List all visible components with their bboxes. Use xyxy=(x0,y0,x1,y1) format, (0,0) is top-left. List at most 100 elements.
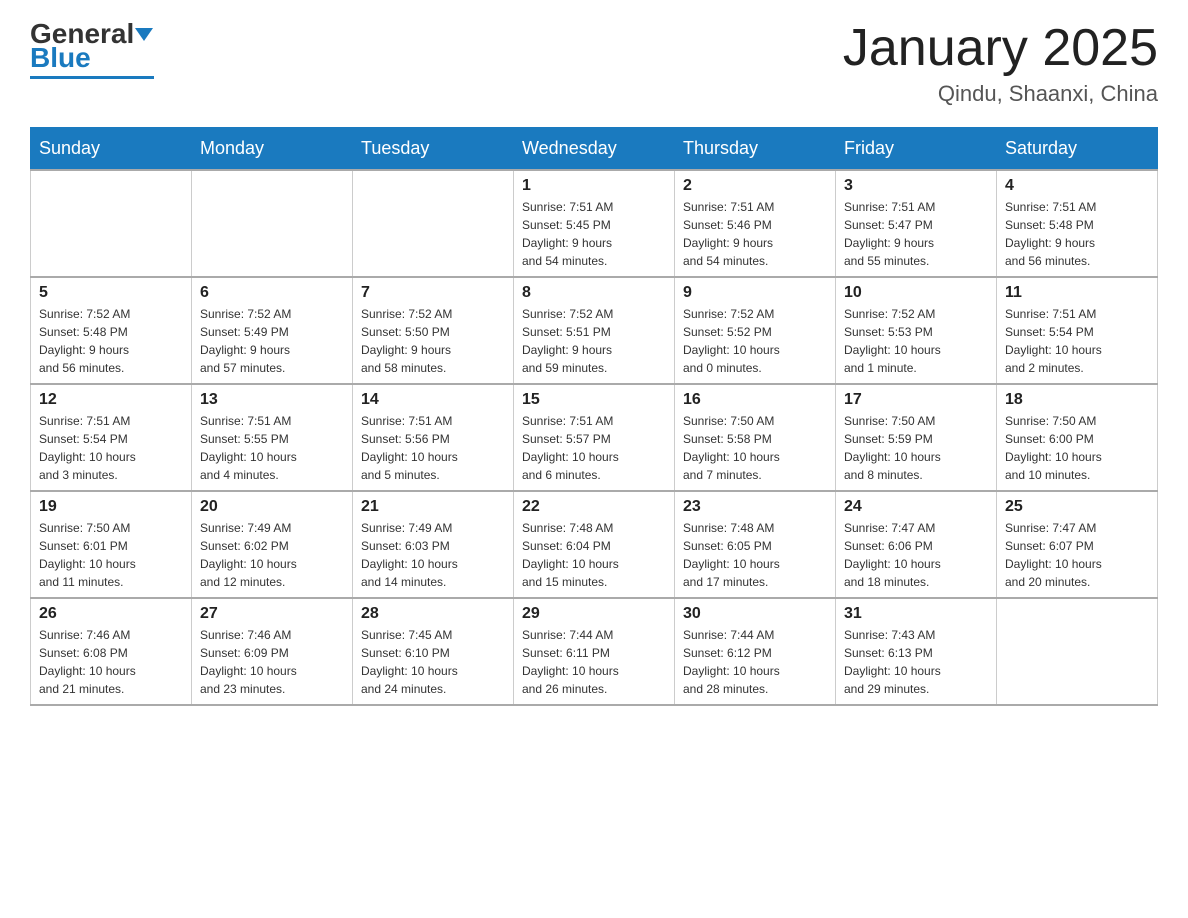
calendar-cell: 7Sunrise: 7:52 AMSunset: 5:50 PMDaylight… xyxy=(353,277,514,384)
day-number: 5 xyxy=(39,284,183,302)
calendar-cell xyxy=(31,170,192,277)
day-info: Sunrise: 7:51 AMSunset: 5:55 PMDaylight:… xyxy=(200,412,344,484)
day-number: 8 xyxy=(522,284,666,302)
day-info: Sunrise: 7:48 AMSunset: 6:05 PMDaylight:… xyxy=(683,519,827,591)
calendar-cell: 14 Sunrise: 7:51 AMSunset: 5:56 PMDayligh… xyxy=(353,384,514,491)
day-number: 21 xyxy=(361,498,505,516)
calendar-cell: 18 Sunrise: 7:50 AMSunset: 6:00 PMDayligh… xyxy=(997,384,1158,491)
day-number: 14 xyxy=(361,391,505,409)
calendar-cell: 20Sunrise: 7:49 AMSunset: 6:02 PMDayligh… xyxy=(192,491,353,598)
page-header: General Blue January 2025 Qindu, Shaanxi… xyxy=(30,20,1158,107)
calendar-cell: 23 Sunrise: 7:48 AMSunset: 6:05 PMDayligh… xyxy=(675,491,836,598)
day-info: Sunrise: 7:47 AMSunset: 6:06 PMDaylight:… xyxy=(844,519,988,591)
calendar-cell: 2Sunrise: 7:51 AMSunset: 5:46 PMDaylight… xyxy=(675,170,836,277)
day-number: 6 xyxy=(200,284,344,302)
day-number: 28 xyxy=(361,605,505,623)
day-number: 16 xyxy=(683,391,827,409)
calendar-table: SundayMondayTuesdayWednesdayThursdayFrid… xyxy=(30,127,1158,706)
calendar-week-2: 5 Sunrise: 7:52 AMSunset: 5:48 PMDaylight… xyxy=(31,277,1158,384)
day-number: 9 xyxy=(683,284,827,302)
day-number: 15 xyxy=(522,391,666,409)
day-info: Sunrise: 7:51 AMSunset: 5:46 PMDaylight:… xyxy=(683,198,827,270)
calendar-cell: 27 Sunrise: 7:46 AMSunset: 6:09 PMDayligh… xyxy=(192,598,353,705)
day-number: 27 xyxy=(200,605,344,623)
day-of-week-thursday: Thursday xyxy=(675,128,836,171)
day-of-week-wednesday: Wednesday xyxy=(514,128,675,171)
logo-blue-text: Blue xyxy=(30,44,91,72)
day-number: 4 xyxy=(1005,177,1149,195)
day-info: Sunrise: 7:45 AMSunset: 6:10 PMDaylight:… xyxy=(361,626,505,698)
calendar-cell xyxy=(192,170,353,277)
calendar-cell xyxy=(353,170,514,277)
day-number: 13 xyxy=(200,391,344,409)
day-number: 18 xyxy=(1005,391,1149,409)
calendar-week-3: 12 Sunrise: 7:51 AMSunset: 5:54 PMDayligh… xyxy=(31,384,1158,491)
calendar-title: January 2025 xyxy=(843,20,1158,77)
calendar-cell: 13 Sunrise: 7:51 AMSunset: 5:55 PMDayligh… xyxy=(192,384,353,491)
calendar-week-5: 26 Sunrise: 7:46 AMSunset: 6:08 PMDayligh… xyxy=(31,598,1158,705)
day-number: 25 xyxy=(1005,498,1149,516)
day-info: Sunrise: 7:52 AMSunset: 5:49 PMDaylight:… xyxy=(200,305,344,377)
day-info: Sunrise: 7:52 AMSunset: 5:53 PMDaylight:… xyxy=(844,305,988,377)
calendar-cell: 24Sunrise: 7:47 AMSunset: 6:06 PMDayligh… xyxy=(836,491,997,598)
day-number: 19 xyxy=(39,498,183,516)
day-info: Sunrise: 7:51 AMSunset: 5:54 PMDaylight:… xyxy=(39,412,183,484)
calendar-cell: 6 Sunrise: 7:52 AMSunset: 5:49 PMDaylight… xyxy=(192,277,353,384)
day-number: 26 xyxy=(39,605,183,623)
day-info: Sunrise: 7:51 AMSunset: 5:56 PMDaylight:… xyxy=(361,412,505,484)
day-number: 23 xyxy=(683,498,827,516)
day-number: 31 xyxy=(844,605,988,623)
calendar-cell: 17Sunrise: 7:50 AMSunset: 5:59 PMDayligh… xyxy=(836,384,997,491)
calendar-cell: 10Sunrise: 7:52 AMSunset: 5:53 PMDayligh… xyxy=(836,277,997,384)
day-info: Sunrise: 7:51 AMSunset: 5:45 PMDaylight:… xyxy=(522,198,666,270)
day-info: Sunrise: 7:44 AMSunset: 6:11 PMDaylight:… xyxy=(522,626,666,698)
day-info: Sunrise: 7:52 AMSunset: 5:48 PMDaylight:… xyxy=(39,305,183,377)
calendar-week-1: 1Sunrise: 7:51 AMSunset: 5:45 PMDaylight… xyxy=(31,170,1158,277)
day-number: 30 xyxy=(683,605,827,623)
calendar-cell: 11 Sunrise: 7:51 AMSunset: 5:54 PMDayligh… xyxy=(997,277,1158,384)
calendar-cell: 9Sunrise: 7:52 AMSunset: 5:52 PMDaylight… xyxy=(675,277,836,384)
calendar-cell: 31 Sunrise: 7:43 AMSunset: 6:13 PMDayligh… xyxy=(836,598,997,705)
calendar-subtitle: Qindu, Shaanxi, China xyxy=(843,81,1158,107)
day-of-week-sunday: Sunday xyxy=(31,128,192,171)
calendar-cell: 1Sunrise: 7:51 AMSunset: 5:45 PMDaylight… xyxy=(514,170,675,277)
day-info: Sunrise: 7:49 AMSunset: 6:03 PMDaylight:… xyxy=(361,519,505,591)
day-of-week-friday: Friday xyxy=(836,128,997,171)
logo-line xyxy=(30,76,154,79)
day-number: 12 xyxy=(39,391,183,409)
day-number: 3 xyxy=(844,177,988,195)
calendar-cell: 19 Sunrise: 7:50 AMSunset: 6:01 PMDayligh… xyxy=(31,491,192,598)
day-info: Sunrise: 7:43 AMSunset: 6:13 PMDaylight:… xyxy=(844,626,988,698)
day-of-week-tuesday: Tuesday xyxy=(353,128,514,171)
day-info: Sunrise: 7:51 AMSunset: 5:57 PMDaylight:… xyxy=(522,412,666,484)
day-info: Sunrise: 7:50 AMSunset: 6:01 PMDaylight:… xyxy=(39,519,183,591)
title-section: January 2025 Qindu, Shaanxi, China xyxy=(843,20,1158,107)
day-info: Sunrise: 7:51 AMSunset: 5:54 PMDaylight:… xyxy=(1005,305,1149,377)
day-info: Sunrise: 7:50 AMSunset: 5:58 PMDaylight:… xyxy=(683,412,827,484)
calendar-cell: 30 Sunrise: 7:44 AMSunset: 6:12 PMDayligh… xyxy=(675,598,836,705)
day-info: Sunrise: 7:51 AMSunset: 5:48 PMDaylight:… xyxy=(1005,198,1149,270)
calendar-cell: 25Sunrise: 7:47 AMSunset: 6:07 PMDayligh… xyxy=(997,491,1158,598)
calendar-cell: 26 Sunrise: 7:46 AMSunset: 6:08 PMDayligh… xyxy=(31,598,192,705)
day-info: Sunrise: 7:46 AMSunset: 6:08 PMDaylight:… xyxy=(39,626,183,698)
day-headers-row: SundayMondayTuesdayWednesdayThursdayFrid… xyxy=(31,128,1158,171)
calendar-cell xyxy=(997,598,1158,705)
day-info: Sunrise: 7:52 AMSunset: 5:50 PMDaylight:… xyxy=(361,305,505,377)
day-info: Sunrise: 7:44 AMSunset: 6:12 PMDaylight:… xyxy=(683,626,827,698)
day-number: 11 xyxy=(1005,284,1149,302)
calendar-cell: 12 Sunrise: 7:51 AMSunset: 5:54 PMDayligh… xyxy=(31,384,192,491)
logo: General Blue xyxy=(30,20,154,79)
day-info: Sunrise: 7:46 AMSunset: 6:09 PMDaylight:… xyxy=(200,626,344,698)
calendar-cell: 3 Sunrise: 7:51 AMSunset: 5:47 PMDaylight… xyxy=(836,170,997,277)
day-info: Sunrise: 7:50 AMSunset: 5:59 PMDaylight:… xyxy=(844,412,988,484)
calendar-cell: 5 Sunrise: 7:52 AMSunset: 5:48 PMDaylight… xyxy=(31,277,192,384)
day-of-week-saturday: Saturday xyxy=(997,128,1158,171)
day-info: Sunrise: 7:51 AMSunset: 5:47 PMDaylight:… xyxy=(844,198,988,270)
calendar-cell: 22Sunrise: 7:48 AMSunset: 6:04 PMDayligh… xyxy=(514,491,675,598)
day-number: 20 xyxy=(200,498,344,516)
calendar-cell: 29Sunrise: 7:44 AMSunset: 6:11 PMDayligh… xyxy=(514,598,675,705)
calendar-cell: 8 Sunrise: 7:52 AMSunset: 5:51 PMDaylight… xyxy=(514,277,675,384)
day-info: Sunrise: 7:52 AMSunset: 5:51 PMDaylight:… xyxy=(522,305,666,377)
calendar-cell: 21 Sunrise: 7:49 AMSunset: 6:03 PMDayligh… xyxy=(353,491,514,598)
day-info: Sunrise: 7:50 AMSunset: 6:00 PMDaylight:… xyxy=(1005,412,1149,484)
